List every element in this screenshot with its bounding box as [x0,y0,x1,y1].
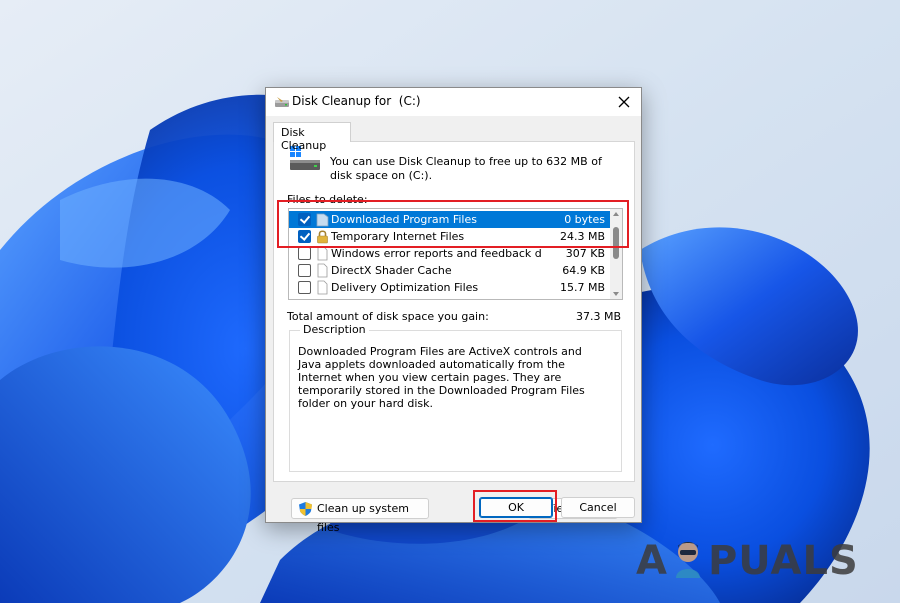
close-icon [618,96,630,108]
file-icon [317,263,328,278]
lock-icon [317,230,328,244]
checkbox[interactable] [298,230,311,243]
file-name: DirectX Shader Cache [331,264,452,277]
dialog-title: Disk Cleanup for (C:) [292,94,421,108]
checkbox[interactable] [298,264,311,277]
folder-icon [316,213,329,227]
disk-cleanup-panel: You can use Disk Cleanup to free up to 6… [273,141,635,534]
info-text: You can use Disk Cleanup to free up to 6… [330,155,602,182]
file-icon [317,280,328,295]
watermark-text: PUALS [707,538,859,584]
ok-label: OK [508,501,524,514]
files-to-delete-label: Files to delete: [287,193,368,206]
scroll-down-icon[interactable] [613,292,619,296]
ok-button[interactable]: OK [479,497,553,518]
list-scrollbar[interactable] [610,209,622,299]
disk-cleanup-icon [275,97,289,107]
file-size: 307 KB [565,247,605,260]
tab-disk-cleanup[interactable]: Disk Cleanup [273,122,351,152]
shield-icon [299,502,312,516]
file-name: Temporary Internet Files [331,230,465,243]
tab-label: Disk Cleanup [281,126,327,152]
disk-cleanup-dialog: Disk Cleanup for (C:) Disk Cleanup You c… [265,87,642,534]
total-space-value: 37.3 MB [575,310,621,323]
title-bar[interactable]: Disk Cleanup for (C:) [266,88,641,116]
list-item[interactable]: Windows error reports and feedback dia..… [289,245,611,262]
list-item[interactable]: Temporary Internet Files 24.3 MB [289,228,611,245]
checkbox[interactable] [298,213,311,226]
file-name: Downloaded Program Files [331,213,541,226]
checkbox[interactable] [298,281,311,294]
file-size: 15.7 MB [559,281,605,294]
file-name: Windows error reports and feedback dia..… [331,247,541,260]
file-size: 24.3 MB [559,230,605,243]
total-space-label: Total amount of disk space you gain: [287,310,489,323]
file-name: Delivery Optimization Files [331,281,479,294]
file-size: 64.9 KB [562,264,605,277]
file-icon [317,246,328,261]
appuals-watermark: A PUALS [636,538,859,584]
clean-up-system-files-button[interactable]: Clean up system files [291,498,429,534]
file-size: 0 bytes [564,213,605,226]
description-group: Description Downloaded Program Files are… [289,323,622,472]
scroll-up-icon[interactable] [613,212,619,216]
cancel-button[interactable]: Cancel [561,497,635,518]
watermark-letter: A [636,538,668,584]
files-to-delete-list[interactable]: Downloaded Program Files 0 bytes Tempora… [288,208,623,300]
description-text: Downloaded Program Files are ActiveX con… [298,345,585,410]
cancel-label: Cancel [579,501,617,514]
mascot-icon [670,538,706,578]
description-legend: Description [300,323,369,336]
scroll-thumb[interactable] [613,227,619,259]
list-item[interactable]: Delivery Optimization Files 15.7 MB [289,279,611,296]
list-item[interactable]: DirectX Shader Cache 64.9 KB [289,262,611,279]
list-item[interactable]: Downloaded Program Files 0 bytes [289,211,611,228]
checkbox[interactable] [298,247,311,260]
close-button[interactable] [613,91,635,113]
